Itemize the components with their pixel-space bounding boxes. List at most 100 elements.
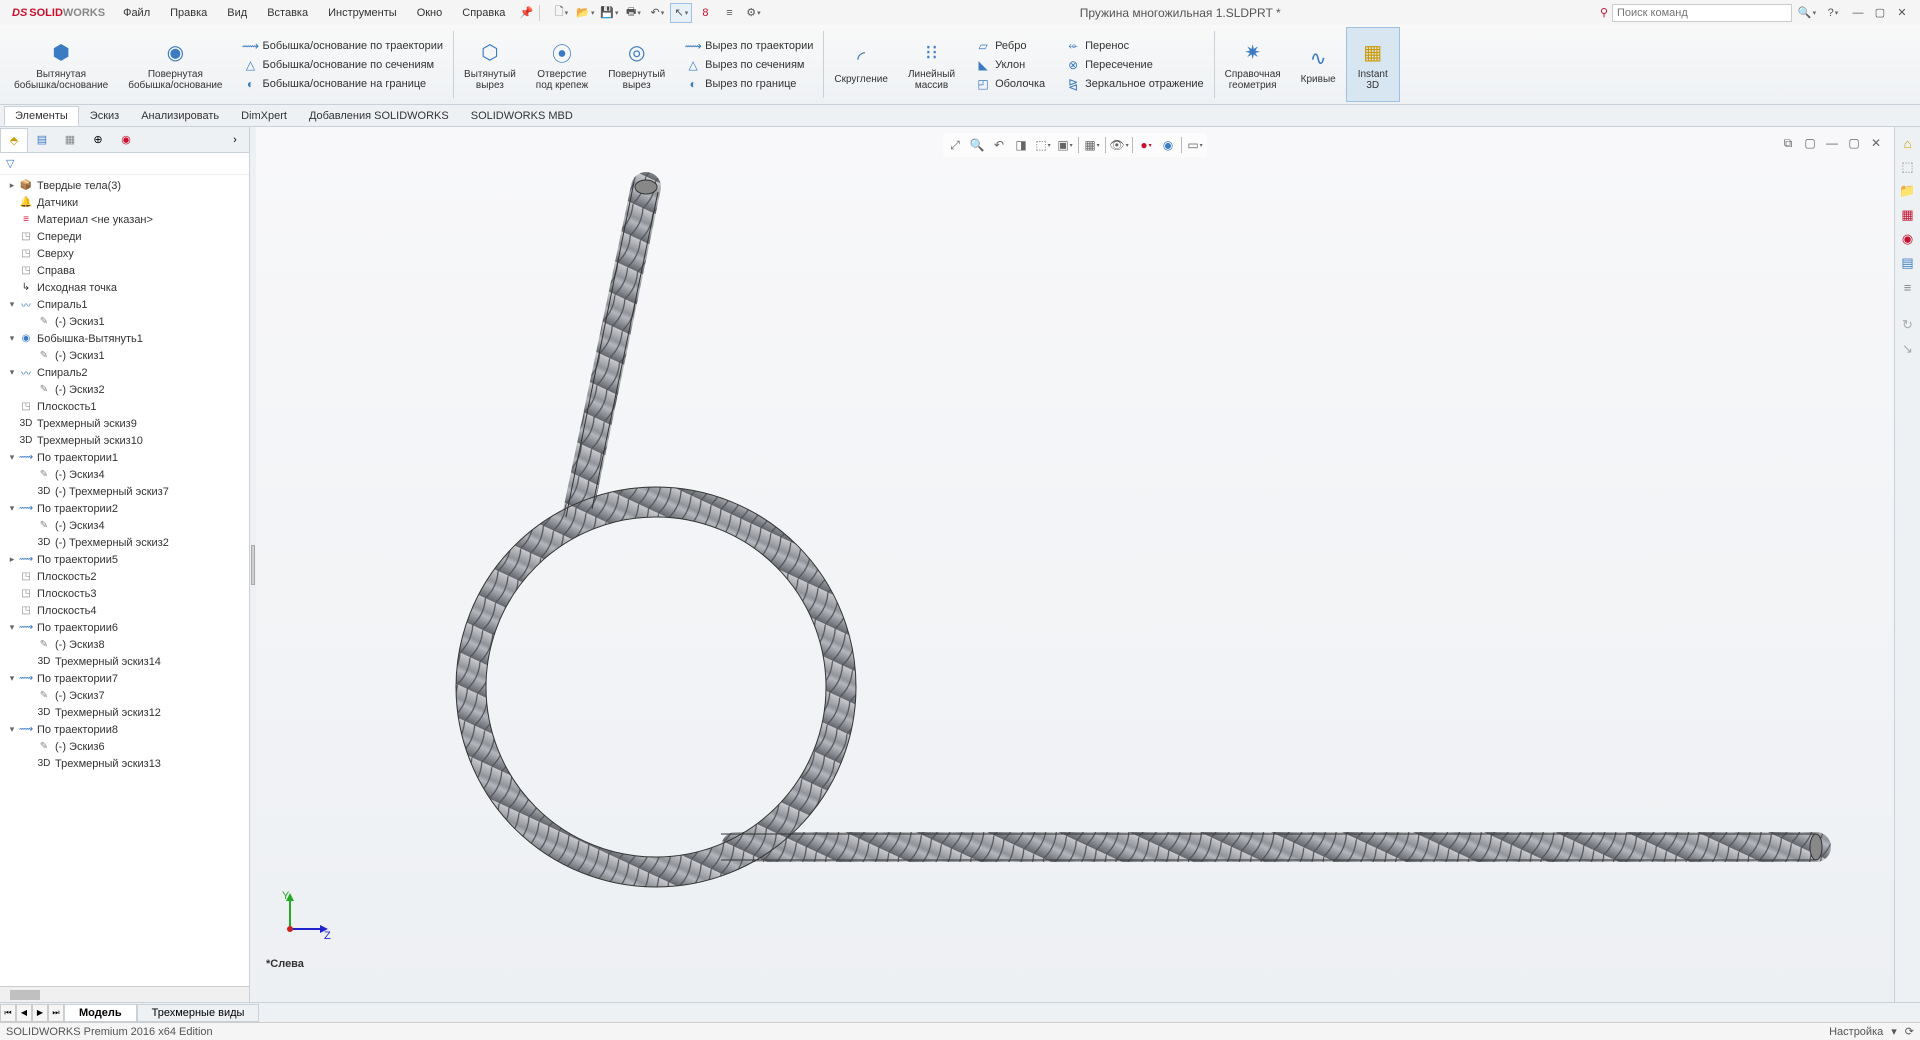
display-tab[interactable]: ◉	[112, 128, 140, 152]
property-manager-tab[interactable]: ▤	[28, 128, 56, 152]
reference-geometry-button[interactable]: ✷Справочная геометрия	[1221, 37, 1285, 93]
tree-item[interactable]: ✎(-) Эскиз1	[0, 313, 249, 330]
hole-wizard-button[interactable]: ⦿Отверстие под крепеж	[532, 37, 592, 93]
tree-item[interactable]: ◳Спереди	[0, 228, 249, 245]
tree-item[interactable]: ≡Материал <не указан>	[0, 211, 249, 228]
tree-item[interactable]: 3DТрехмерный эскиз13	[0, 755, 249, 772]
tree-item[interactable]: ◳Плоскость3	[0, 585, 249, 602]
extruded-cut-button[interactable]: ⬡Вытянутый вырез	[460, 37, 520, 93]
tree-item[interactable]: ▾⟿По траектории1	[0, 449, 249, 466]
swept-cut-button[interactable]: ⟿Вырез по траектории	[681, 37, 817, 55]
design-library-icon[interactable]: 📁	[1898, 181, 1918, 201]
configuration-tab[interactable]: ▦	[56, 128, 84, 152]
status-settings[interactable]: Настройка	[1829, 1026, 1883, 1038]
tab-nav-first[interactable]: ⏮	[0, 1004, 16, 1022]
tree-item[interactable]: ↳Исходная точка	[0, 279, 249, 296]
tree-item[interactable]: ▸📦Твердые тела(3)	[0, 177, 249, 194]
menu-правка[interactable]: Правка	[160, 3, 217, 23]
tree-item[interactable]: 🔔Датчики	[0, 194, 249, 211]
rib-button[interactable]: ▱Ребро	[971, 37, 1049, 55]
lofted-cut-button[interactable]: △Вырез по сечениям	[681, 56, 817, 74]
tree-item[interactable]: ▸⟿По траектории5	[0, 551, 249, 568]
file-explorer-icon[interactable]: ▦	[1898, 205, 1918, 225]
lofted-boss-button[interactable]: △Бобышка/основание по сечениям	[239, 56, 448, 74]
revolved-boss-button[interactable]: ◉Повернутая бобышка/основание	[124, 37, 226, 93]
tree-item[interactable]: ◳Плоскость4	[0, 602, 249, 619]
tree-item[interactable]: 3D(-) Трехмерный эскиз2	[0, 534, 249, 551]
command-search-input[interactable]	[1612, 4, 1792, 22]
tree-item[interactable]: ✎(-) Эскиз6	[0, 738, 249, 755]
custom-props-icon[interactable]: ≡	[1898, 277, 1918, 297]
tree-item[interactable]: ▾〰Спираль2	[0, 364, 249, 381]
minimize-button[interactable]: —	[1848, 4, 1868, 22]
home-icon[interactable]: ⌂	[1898, 133, 1918, 153]
rebuild-button[interactable]: 8	[694, 3, 716, 23]
tree-item[interactable]: ◳Сверху	[0, 245, 249, 262]
maximize-button[interactable]: ▢	[1870, 4, 1890, 22]
status-caret-icon[interactable]: ▾	[1891, 1025, 1897, 1038]
feature-tree-tab[interactable]: ⬘	[0, 128, 28, 152]
boundary-boss-button[interactable]: ◐Бобышка/основание на границе	[239, 75, 448, 93]
appearances-icon[interactable]: ▤	[1898, 253, 1918, 273]
tab-nav-next[interactable]: ▶	[32, 1004, 48, 1022]
menu-инструменты[interactable]: Инструменты	[318, 3, 407, 23]
tree-item[interactable]: 3D(-) Трехмерный эскиз7	[0, 483, 249, 500]
menu-вид[interactable]: Вид	[217, 3, 257, 23]
command-tab[interactable]: Добавления SOLIDWORKS	[298, 106, 460, 126]
tree-item[interactable]: ▾⟿По траектории2	[0, 500, 249, 517]
tab-nav-last[interactable]: ⏭	[48, 1004, 64, 1022]
command-tab[interactable]: Анализировать	[130, 106, 230, 126]
feature-tree[interactable]: ▸📦Твердые тела(3)🔔Датчики≡Материал <не у…	[0, 175, 249, 986]
tree-item[interactable]: ▾⟿По траектории8	[0, 721, 249, 738]
tree-item[interactable]: ✎(-) Эскиз1	[0, 347, 249, 364]
graphics-viewport[interactable]: ⤢ 🔍 ↶ ◨ ⬚ ▣ ▦ 👁 ● ◉ ▭ ⧉ ▢ — ▢ ✕	[256, 127, 1894, 1002]
arrow-icon[interactable]: ↘	[1898, 339, 1918, 359]
save-button[interactable]: 💾	[598, 3, 620, 23]
help-button[interactable]: ?	[1822, 3, 1844, 23]
open-file-button[interactable]: 📂	[574, 3, 596, 23]
tree-scrollbar[interactable]	[0, 986, 249, 1002]
shell-button[interactable]: ◰Оболочка	[971, 75, 1049, 93]
tree-item[interactable]: 3DТрехмерный эскиз14	[0, 653, 249, 670]
resources-icon[interactable]: ⬚	[1898, 157, 1918, 177]
menu-окно[interactable]: Окно	[407, 3, 453, 23]
tab-3d-views[interactable]: Трехмерные виды	[137, 1004, 260, 1022]
tab-model[interactable]: Модель	[64, 1004, 137, 1022]
tree-item[interactable]: 3DТрехмерный эскиз12	[0, 704, 249, 721]
menu-справка[interactable]: Справка	[452, 3, 515, 23]
tab-nav-prev[interactable]: ◀	[16, 1004, 32, 1022]
forum-icon[interactable]: ↻	[1898, 315, 1918, 335]
tree-item[interactable]: 3DТрехмерный эскиз10	[0, 432, 249, 449]
command-tab[interactable]: DimXpert	[230, 106, 298, 126]
tree-item[interactable]: ◳Справа	[0, 262, 249, 279]
search-dropdown[interactable]: 🔍	[1796, 3, 1818, 23]
menu-вставка[interactable]: Вставка	[257, 3, 318, 23]
wrap-button[interactable]: ⬰Перенос	[1061, 37, 1208, 55]
tree-item[interactable]: ✎(-) Эскиз4	[0, 466, 249, 483]
tree-item[interactable]: ◳Плоскость2	[0, 568, 249, 585]
boundary-cut-button[interactable]: ◐Вырез по границе	[681, 75, 817, 93]
draft-button[interactable]: ◣Уклон	[971, 56, 1049, 74]
intersect-button[interactable]: ⊗Пересечение	[1061, 56, 1208, 74]
select-button[interactable]: ↖	[670, 3, 692, 23]
status-refresh-icon[interactable]: ⟳	[1905, 1025, 1914, 1038]
filter-icon[interactable]: ▽	[6, 157, 14, 170]
settings-button[interactable]: ⚙	[742, 3, 764, 23]
tree-item[interactable]: ✎(-) Эскиз7	[0, 687, 249, 704]
command-tab[interactable]: Эскиз	[79, 106, 130, 126]
dimxpert-tab[interactable]: ⊕	[84, 128, 112, 152]
options-button[interactable]: ≡	[718, 3, 740, 23]
tree-item[interactable]: ▾⟿По траектории6	[0, 619, 249, 636]
swept-boss-button[interactable]: ⟿Бобышка/основание по траектории	[239, 37, 448, 55]
command-tab[interactable]: SOLIDWORKS MBD	[460, 106, 584, 126]
revolved-cut-button[interactable]: ◎Повернутый вырез	[604, 37, 669, 93]
tree-item[interactable]: ✎(-) Эскиз8	[0, 636, 249, 653]
panel-expand-button[interactable]: ›	[221, 128, 249, 152]
tree-item[interactable]: ▾◉Бобышка-Вытянуть1	[0, 330, 249, 347]
menu-файл[interactable]: Файл	[113, 3, 160, 23]
tree-item[interactable]: ◳Плоскость1	[0, 398, 249, 415]
new-file-button[interactable]: 🗋	[550, 3, 572, 23]
print-button[interactable]: 🖶	[622, 3, 644, 23]
tree-item[interactable]: 3DТрехмерный эскиз9	[0, 415, 249, 432]
tree-item[interactable]: ▾〰Спираль1	[0, 296, 249, 313]
